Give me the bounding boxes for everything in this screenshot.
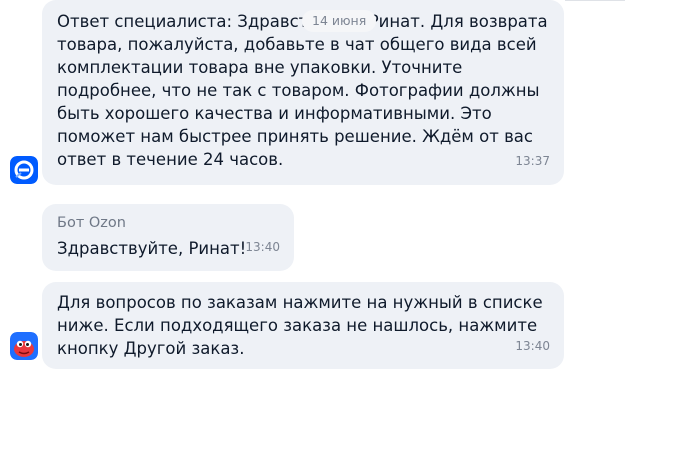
- message-bubble-bot-menu: Для вопросов по заказам нажмите на нужны…: [42, 282, 564, 369]
- chat-thread: Ответ специалиста: Здравствуйте, Ринат. …: [0, 0, 700, 452]
- message-time: 13:40: [515, 339, 550, 353]
- message-text: Ответ специалиста: Здравствуйте, Ринат. …: [57, 12, 548, 169]
- divider: [565, 0, 625, 1]
- sender-name: Бот Ozon: [57, 215, 126, 231]
- message-time: 13:37: [515, 154, 550, 168]
- ozon-logo-icon: [10, 156, 38, 184]
- message-text: Для вопросов по заказам нажмите на нужны…: [57, 293, 543, 358]
- ozon-bot-icon: [10, 332, 38, 360]
- message-bubble-bot: Бот Ozon Здравствуйте, Ринат! 13:40: [42, 204, 294, 271]
- date-chip: 14 июня: [302, 10, 377, 32]
- message-time: 13:40: [245, 240, 280, 254]
- message-bubble-specialist: Ответ специалиста: Здравствуйте, Ринат. …: [42, 0, 564, 185]
